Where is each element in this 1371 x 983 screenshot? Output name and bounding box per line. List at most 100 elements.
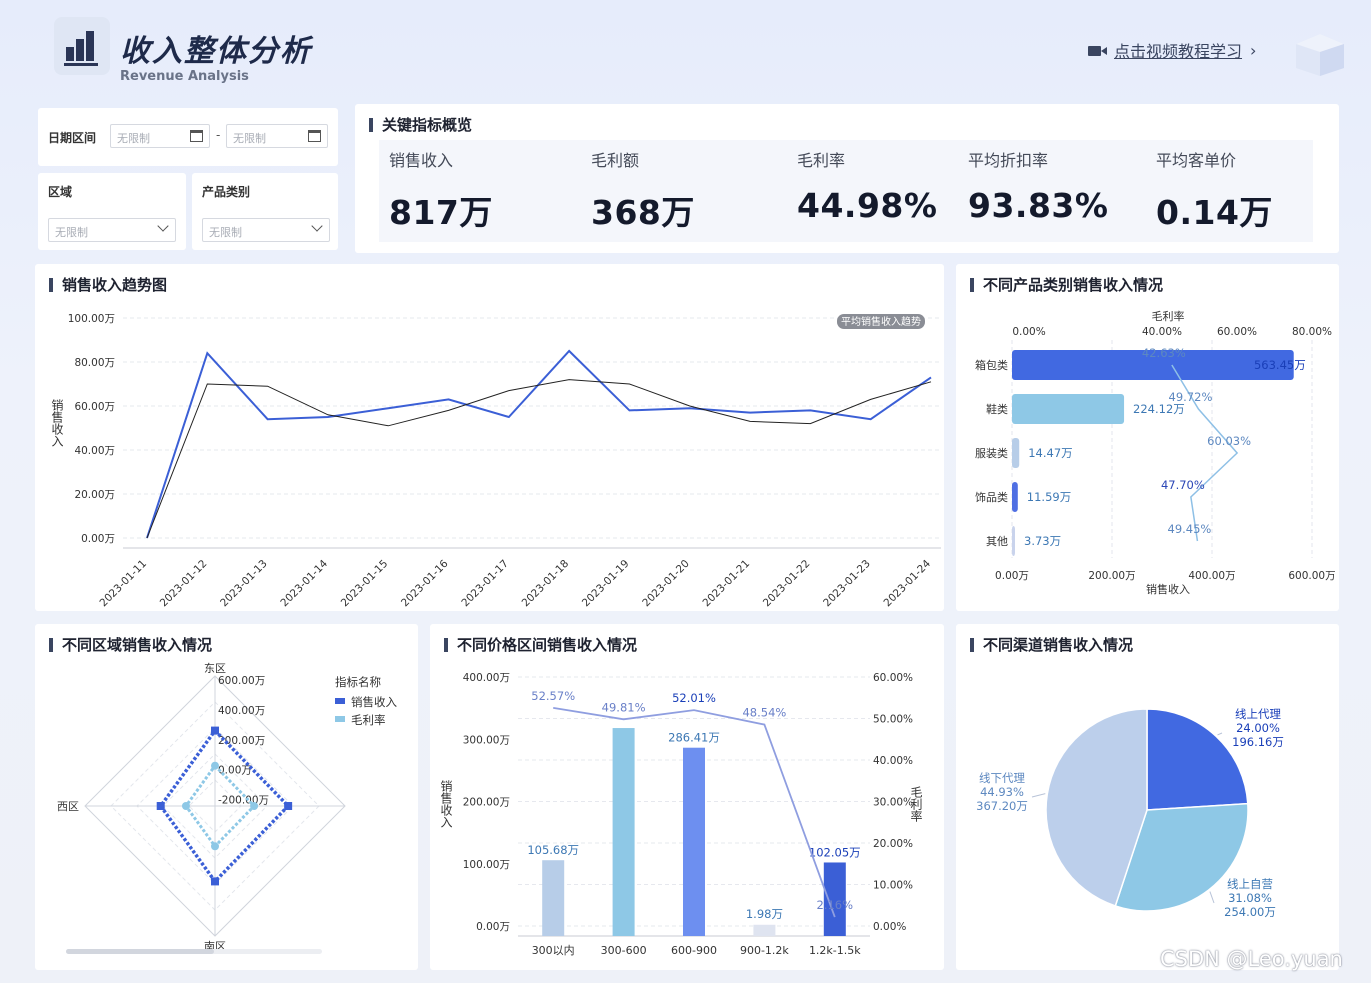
category-bar-label: 224.12万 bbox=[1133, 402, 1185, 416]
x-tick-label: 2023-01-16 bbox=[399, 557, 451, 609]
y-tick-label: 40.00万 bbox=[74, 445, 115, 457]
category-bar bbox=[1012, 394, 1125, 424]
secondary-tick-label: 50.00% bbox=[873, 714, 913, 726]
category-label: 箱包类 bbox=[975, 358, 1008, 372]
x-tick-label: 2023-01-13 bbox=[218, 558, 270, 610]
chevron-right-icon: › bbox=[1250, 40, 1257, 60]
x-tick-label: 2023-01-21 bbox=[701, 558, 753, 610]
x-tick-label: 2023-01-23 bbox=[821, 558, 873, 610]
x-tick-label: 200.00万 bbox=[1088, 570, 1135, 582]
chevron-down-icon bbox=[311, 220, 323, 232]
radar-sales-point bbox=[156, 802, 165, 810]
x-tick-label: 2023-01-19 bbox=[580, 558, 632, 610]
category-label: 饰品类 bbox=[975, 490, 1008, 504]
price-chart: 0.00万 100.00万 200.00万 300.00万 400.00万 0.00% 10… bbox=[439, 672, 923, 957]
kpi-label-discount: 平均折扣率 bbox=[968, 151, 1049, 170]
secondary-tick-label: 20.00% bbox=[873, 838, 913, 850]
category-label: 鞋类 bbox=[986, 402, 1008, 416]
y-tick-label: 400.00万 bbox=[463, 672, 510, 684]
x-tick-label: 2023-01-12 bbox=[158, 558, 210, 610]
trend-panel: 销售收入趋势图 0.00万 20.00万 40.00万 60.00万 80.00万 100… bbox=[35, 264, 944, 611]
page-title: 收入整体分析 bbox=[120, 34, 312, 69]
radar-margin-point bbox=[181, 802, 190, 810]
secondary-tick-label: 60.00% bbox=[873, 672, 913, 684]
x-tick-label: 2023-01-14 bbox=[278, 557, 330, 609]
category-select[interactable]: 无限制 bbox=[202, 218, 330, 242]
legend-label: 销售收入 bbox=[351, 695, 397, 709]
kpi-label-sales: 销售收入 bbox=[389, 151, 454, 170]
secondary-axis-label: 毛利率 bbox=[909, 786, 923, 822]
category-bar bbox=[1012, 482, 1018, 512]
secondary-tick-label: 10.00% bbox=[873, 880, 913, 892]
x-tick-label: 2023-01-24 bbox=[881, 557, 933, 609]
margin-rate-label: 52.57% bbox=[531, 689, 575, 703]
secondary-tick-label: 80.00% bbox=[1292, 326, 1332, 338]
x-tick-label: 600.00万 bbox=[1288, 570, 1335, 582]
category-bar bbox=[1012, 438, 1020, 468]
y-tick-label: 300.00万 bbox=[463, 734, 510, 746]
legend-title: 指标名称 bbox=[335, 675, 381, 689]
radar-scrollbar-thumb[interactable] bbox=[66, 949, 214, 954]
price-panel: 不同价格区间销售收入情况 0.00万 100.00万 200.00万 300.00万 4… bbox=[430, 624, 944, 970]
date-end-input[interactable]: 无限制 bbox=[226, 124, 328, 148]
region-filter-panel: 区域 无限制 bbox=[38, 173, 186, 250]
margin-rate-label: 49.81% bbox=[602, 700, 646, 714]
y-tick-label: 100.00万 bbox=[68, 313, 115, 325]
x-tick-label: 0.00万 bbox=[995, 570, 1029, 582]
price-bar-label: 1.98万 bbox=[746, 907, 783, 921]
y-tick-label: 100.00万 bbox=[463, 859, 510, 871]
pie-leader-line bbox=[1217, 732, 1223, 736]
price-bar bbox=[542, 860, 565, 936]
tutorial-link[interactable]: 点击视频教程学习 › bbox=[1088, 38, 1256, 62]
secondary-axis-label: 毛利率 bbox=[1152, 309, 1185, 323]
date-start-input[interactable]: 无限制 bbox=[110, 124, 210, 148]
secondary-tick-label: 0.00% bbox=[1012, 326, 1045, 338]
video-camera-icon bbox=[1088, 43, 1108, 57]
date-end-placeholder: 无限制 bbox=[233, 132, 266, 145]
region-panel: 不同区域销售收入情况 东区 南区 西区 600.00万 400.00万 200.00万 0.… bbox=[35, 624, 418, 970]
category-bar-label: 11.59万 bbox=[1027, 490, 1071, 504]
category-bar bbox=[1012, 526, 1015, 556]
radar-ring-label: 600.00万 bbox=[218, 675, 265, 687]
region-select[interactable]: 无限制 bbox=[48, 218, 176, 242]
y-tick-label: 80.00万 bbox=[74, 357, 115, 369]
margin-rate-label: 49.45% bbox=[1168, 522, 1212, 536]
price-bar-label: 102.05万 bbox=[809, 845, 861, 859]
legend-swatch bbox=[335, 698, 345, 704]
price-bar-label: 105.68万 bbox=[527, 843, 579, 857]
sales-line bbox=[146, 349, 932, 539]
y-tick-label: 20.00万 bbox=[74, 489, 115, 501]
chevron-down-icon bbox=[157, 220, 169, 232]
secondary-tick-label: 30.00% bbox=[873, 797, 913, 809]
date-filter-panel: 日期区间 无限制 - 无限制 bbox=[38, 108, 338, 166]
secondary-tick-label: 40.00% bbox=[1142, 326, 1182, 338]
price-bar-label: 286.41万 bbox=[668, 731, 720, 745]
date-separator: - bbox=[216, 128, 221, 142]
x-tick-label: 1.2k-1.5k bbox=[809, 944, 861, 957]
pie-slice bbox=[1146, 708, 1249, 811]
margin-rate-label: 60.03% bbox=[1207, 434, 1251, 448]
pie-slice-name: 线上代理 bbox=[1235, 707, 1281, 721]
channel-pie-chart: 线上代理24.00%196.16万线上自营31.08%254.00万 线下代理44… bbox=[976, 707, 1284, 919]
x-axis-label: 销售收入 bbox=[1146, 582, 1190, 596]
decorative-cube-icon bbox=[1292, 30, 1348, 78]
radar-ring-label: 200.00万 bbox=[218, 735, 265, 747]
radar-sales-point bbox=[211, 726, 219, 735]
radar-scrollbar[interactable] bbox=[66, 949, 322, 954]
date-start-placeholder: 无限制 bbox=[117, 132, 150, 145]
secondary-tick-label: 40.00% bbox=[873, 755, 913, 767]
legend-swatch bbox=[335, 716, 345, 722]
x-tick-label: 2023-01-17 bbox=[459, 558, 511, 610]
radar-axis-label: 东区 bbox=[204, 662, 226, 675]
x-tick-label: 600-900 bbox=[671, 944, 717, 957]
calendar-icon bbox=[190, 130, 203, 142]
watermark: CSDN @Leo.yuan bbox=[1160, 947, 1343, 971]
app-logo-icon bbox=[54, 17, 110, 75]
y-tick-label: 0.00万 bbox=[81, 533, 115, 545]
pie-leader-line bbox=[1209, 891, 1215, 904]
kpi-panel: 关键指标概览 销售收入 817万 毛利额 368万 毛利率 44.98% 平均折… bbox=[355, 104, 1339, 253]
y-axis-label: 销售收入 bbox=[439, 780, 453, 828]
date-range-label: 日期区间 bbox=[48, 131, 97, 145]
margin-rate-label: 48.54% bbox=[742, 706, 786, 720]
category-chart: 0.00万 200.00万 400.00万 600.00万销售收入 0.00% 40.00… bbox=[975, 309, 1336, 596]
